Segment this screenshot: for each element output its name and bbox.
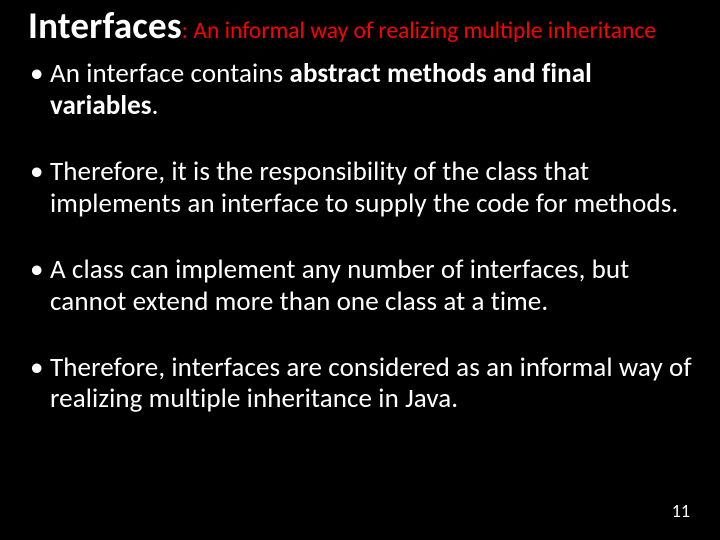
list-item: Therefore, interfaces are considered as … xyxy=(28,352,692,416)
page-number: 11 xyxy=(672,500,690,522)
title-separator: : xyxy=(182,17,194,45)
bullet-list: An interface contains abstract methods a… xyxy=(28,58,692,415)
bullet-text: A class can implement any number of inte… xyxy=(50,253,629,318)
bullet-text: . xyxy=(152,89,159,122)
slide-title: Interfaces: An informal way of realizing… xyxy=(28,4,692,48)
bullet-text: Therefore, it is the responsibility of t… xyxy=(50,155,678,220)
list-item: A class can implement any number of inte… xyxy=(28,254,692,318)
list-item: An interface contains abstract methods a… xyxy=(28,58,692,122)
bullet-text: Therefore, interfaces are considered as … xyxy=(50,351,692,416)
list-item: Therefore, it is the responsibility of t… xyxy=(28,156,692,220)
bullet-text: An interface contains xyxy=(50,57,290,90)
title-subtitle: An informal way of realizing multiple in… xyxy=(193,17,656,45)
slide: Interfaces: An informal way of realizing… xyxy=(0,0,720,540)
title-main: Interfaces xyxy=(28,3,182,48)
